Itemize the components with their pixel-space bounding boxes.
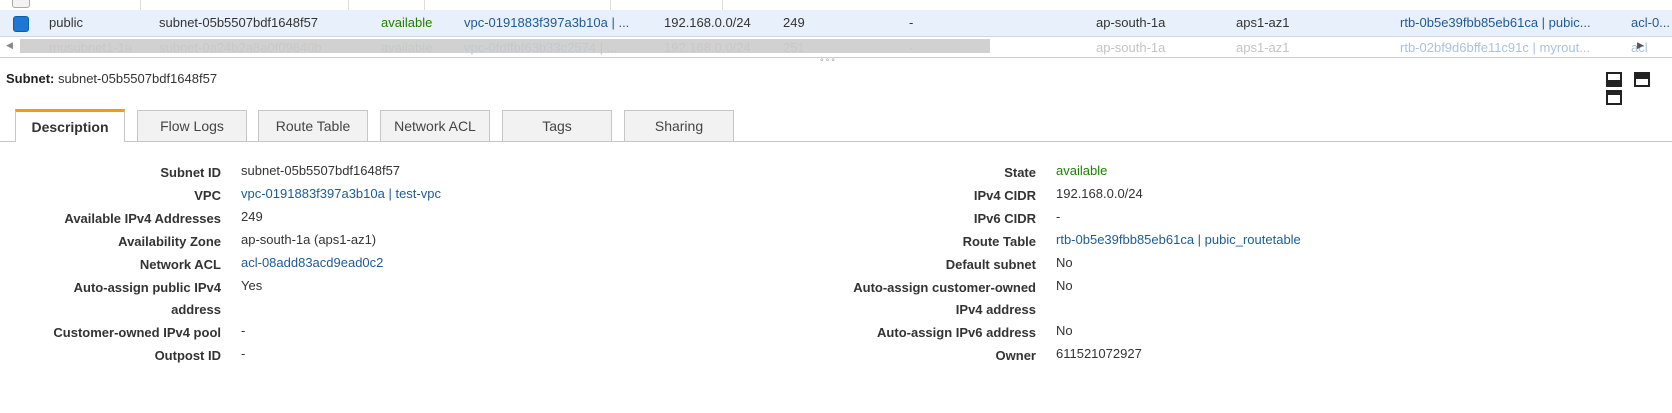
value-ipv6-cidr: - (1056, 209, 1061, 224)
detail-header: Subnet: subnet-05b5507bdf1648f57 (6, 71, 217, 86)
cell-subnet-id: subnet-05b5507bdf1648f57 (159, 15, 319, 30)
value-customer-owned-pool: - (241, 323, 246, 338)
label-auto-assign-customer-owned: Auto-assign customer-owned (853, 280, 1036, 295)
cell-az-id: aps1-az1 (1236, 40, 1290, 55)
value-auto-assign-customer-owned: No (1056, 278, 1073, 293)
cell-route-table-link[interactable]: rtb-0b5e39fbb85eb61ca | pubic... (1400, 15, 1591, 31)
cell-network-acl-link[interactable]: acl-0... (1631, 15, 1670, 31)
cell-ipv4-cidr: 192.168.0.0/24 (664, 15, 751, 30)
value-state: available (1056, 163, 1108, 178)
detail-header-value: subnet-05b5507bdf1648f57 (58, 71, 218, 86)
value-owner: 611521072927 (1056, 346, 1142, 361)
panel-split-icon[interactable] (1633, 72, 1650, 87)
column-divider (140, 0, 141, 10)
tab-network-acl[interactable]: Network ACL (380, 110, 490, 141)
label-customer-owned-pool: Customer-owned IPv4 pool (53, 325, 221, 340)
value-default-subnet: No (1056, 255, 1073, 270)
select-all-checkbox[interactable] (12, 0, 30, 8)
value-auto-assign-public-ipv4: Yes (241, 278, 263, 293)
cell-name: public (49, 15, 83, 30)
label-outpost-id: Outpost ID (154, 348, 221, 363)
column-divider (610, 0, 611, 10)
value-ipv4-cidr: 192.168.0.0/24 (1056, 186, 1143, 201)
value-auto-assign-ipv6: No (1056, 323, 1073, 338)
triangle-left-icon[interactable]: ◀ (6, 40, 13, 51)
cell-ipv6-cidr: - (909, 15, 914, 30)
label-auto-assign-public-ipv4-cont: address (171, 302, 221, 317)
tab-flow-logs[interactable]: Flow Logs (137, 110, 247, 141)
label-default-subnet: Default subnet (945, 257, 1036, 272)
table-row[interactable]: musubnet1-1a subnet-0a24b2a8a0f09640b av… (0, 37, 1672, 58)
detail-header-label: Subnet: (6, 71, 55, 86)
cell-az-id: aps1-az1 (1236, 15, 1290, 30)
label-auto-assign-public-ipv4: Auto-assign public IPv4 (73, 280, 221, 295)
value-route-table-link[interactable]: rtb-0b5e39fbb85eb61ca | pubic_routetable (1056, 229, 1301, 251)
label-vpc: VPC (194, 188, 221, 203)
column-divider (722, 0, 723, 10)
label-available-ipv4: Available IPv4 Addresses (64, 211, 221, 226)
cell-route-table-link[interactable]: rtb-02bf9d6bffe11c91c | myrout... (1400, 40, 1590, 56)
label-subnet-id: Subnet ID (160, 165, 221, 180)
label-owner: Owner (995, 348, 1036, 363)
label-route-table: Route Table (962, 234, 1036, 249)
cell-availability-zone: ap-south-1a (1096, 40, 1166, 55)
label-ipv6-cidr: IPv6 CIDR (973, 211, 1036, 226)
tab-description[interactable]: Description (15, 109, 125, 142)
triangle-right-icon[interactable]: ▶ (1637, 40, 1644, 51)
column-divider (348, 0, 349, 10)
table-row[interactable]: public subnet-05b5507bdf1648f57 availabl… (0, 10, 1672, 37)
panel-bottom-icon[interactable] (1606, 72, 1622, 87)
cell-vpc-link[interactable]: vpc-0191883f397a3b10a | ... (464, 15, 629, 31)
tab-route-table[interactable]: Route Table (258, 110, 368, 141)
value-outpost-id: - (241, 346, 246, 361)
label-ipv4-cidr: IPv4 CIDR (973, 188, 1036, 203)
label-state: State (1004, 165, 1036, 180)
value-availability-zone: ap-south-1a (aps1-az1) (241, 232, 377, 247)
value-available-ipv4: 249 (241, 209, 263, 224)
column-divider (424, 0, 425, 10)
value-subnet-id: subnet-05b5507bdf1648f57 (241, 163, 401, 178)
tab-sharing[interactable]: Sharing (624, 110, 734, 141)
cell-state: available (381, 15, 433, 30)
horizontal-scrollbar-thumb[interactable] (20, 39, 990, 53)
value-network-acl-link[interactable]: acl-08add83acd9ead0c2 (241, 252, 383, 274)
resize-grip-icon[interactable]: °°° (820, 57, 837, 67)
label-availability-zone: Availability Zone (118, 234, 221, 249)
tab-tags[interactable]: Tags (502, 110, 612, 141)
label-auto-assign-ipv6: Auto-assign IPv6 address (877, 325, 1036, 340)
checked-checkbox-icon[interactable] (13, 16, 29, 32)
cell-availability-zone: ap-south-1a (1096, 15, 1166, 30)
label-auto-assign-customer-owned-cont: IPv4 address (955, 302, 1036, 317)
value-vpc-link[interactable]: vpc-0191883f397a3b10a | test-vpc (241, 183, 441, 205)
cell-available-ips: 249 (783, 15, 805, 30)
detail-tabs: Description Flow Logs Route Table Networ… (0, 100, 1672, 142)
label-network-acl: Network ACL (139, 257, 221, 272)
